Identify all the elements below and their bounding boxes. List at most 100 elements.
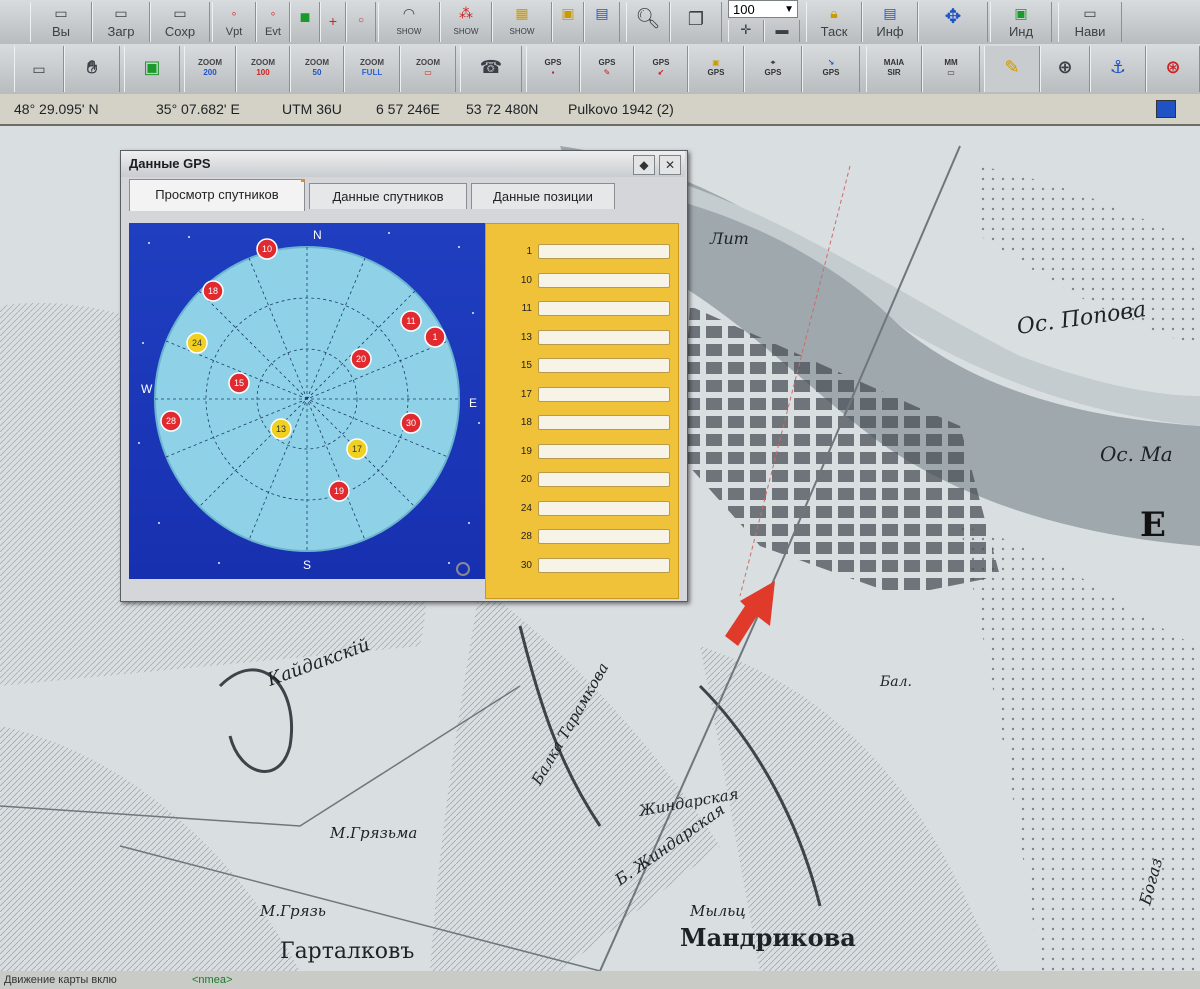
show-icon: ◠ (402, 5, 416, 21)
gps-device-button[interactable]: ☎︎ (460, 46, 522, 92)
show-button-3[interactable]: ▦ SHOW (492, 2, 552, 42)
hand-button[interactable]: ✋︎ (64, 46, 120, 92)
map-label-place1: М.Грязьма (329, 824, 417, 842)
plus-button[interactable]: + (320, 2, 346, 42)
satellite-sky-view: N S E W 10 18 24 11 1 20 15 28 13 30 17 19 (129, 223, 493, 579)
crosshair-button[interactable]: ⊕ (1040, 46, 1090, 92)
save-button[interactable]: ▭ Сохр (150, 2, 210, 42)
zoom-200-button[interactable]: ZOOM 200 (184, 46, 236, 92)
compass-east: E (469, 396, 477, 410)
pencil-button[interactable]: ✎ (984, 46, 1040, 92)
exit-button[interactable]: ▭ Вы (30, 2, 92, 42)
zoom-out-button[interactable]: ▬ (764, 20, 800, 42)
nav-button[interactable]: ▭ Нави (1058, 2, 1122, 42)
map-label-town: Е (1140, 505, 1166, 545)
layer-button-2[interactable]: ▤ (584, 2, 620, 42)
signal-row: 17 (486, 385, 680, 405)
mm-button[interactable]: MM ▭ (922, 46, 980, 92)
gps-button-2[interactable]: GPS ✎ (580, 46, 634, 92)
latitude-readout: 48° 29.095' N (14, 101, 99, 117)
dialog-close-button[interactable]: ✕ (659, 155, 681, 175)
lifebuoy-icon: ⊛ (1165, 57, 1181, 77)
pan-button[interactable]: ✥ (918, 2, 988, 42)
satellite-id: 10 (262, 244, 272, 254)
zoom-custom-button[interactable]: ZOOM ▭ (400, 46, 456, 92)
plus-icon: ✛ (740, 22, 752, 37)
lifebuoy-button[interactable]: ⊛ (1146, 46, 1200, 92)
gps-button-4[interactable]: ▣ GPS (688, 46, 744, 92)
utm-zone-readout: UTM 36U (282, 101, 342, 117)
tab-position-data[interactable]: Данные позиции (471, 183, 615, 209)
bars-button[interactable]: ▭ (14, 46, 64, 92)
longitude-readout: 35° 07.682' E (156, 101, 240, 117)
signal-row-id: 15 (520, 360, 532, 371)
zoom-select[interactable]: 100 ▼ (728, 0, 798, 18)
layer-icon: ▣ (561, 5, 575, 21)
compass-north: N (313, 228, 322, 242)
zoom-100-button[interactable]: ZOOM 100 (236, 46, 290, 92)
gps-data-dialog: Данные GPS ◆ ✕ Просмотр спутников Данные… (120, 150, 688, 602)
satellite-marker: 30 (400, 412, 422, 434)
gps-button-5[interactable]: ⌖ GPS (744, 46, 802, 92)
window-button[interactable]: ❐ (670, 2, 722, 42)
gps-button-6[interactable]: ↘ GPS (802, 46, 860, 92)
easting-readout: 6 57 246E (376, 101, 440, 117)
signal-row-id: 11 (521, 303, 532, 314)
coordinate-bar: 48° 29.095' N 35° 07.682' E UTM 36U 6 57… (0, 94, 1200, 126)
vpt-icon: ◦ (231, 5, 237, 21)
circle-button[interactable]: ○ (346, 2, 376, 42)
search-button[interactable]: 🔍︎ (626, 2, 670, 42)
anchor-icon: ⚓︎ (1109, 57, 1127, 77)
dialog-pin-button[interactable]: ◆ (633, 155, 655, 175)
settings-icon[interactable] (456, 562, 470, 576)
map-label-stream1: Бал. (879, 674, 912, 690)
signal-bar (538, 415, 670, 430)
map-sir-button[interactable]: MAIA SIR (866, 46, 922, 92)
compass-west: W (141, 382, 153, 396)
map-label-island2: Ос. Ма (1100, 442, 1173, 466)
load-button[interactable]: ▭ Загр (92, 2, 150, 42)
anchor-button[interactable]: ⚓︎ (1090, 46, 1146, 92)
zoom-50-button[interactable]: ZOOM 50 (290, 46, 344, 92)
signal-row: 19 (486, 442, 680, 462)
signal-row: 24 (486, 499, 680, 519)
gps-button-1[interactable]: GPS ▪ (526, 46, 580, 92)
info-button[interactable]: ▤ Инф (862, 2, 918, 42)
satellite-id: 28 (166, 416, 176, 426)
northing-readout: 53 72 480N (466, 101, 539, 117)
satellite-marker: 11 (400, 310, 422, 332)
signal-row: 28 (486, 527, 680, 547)
ind-button[interactable]: ▣ Инд (990, 2, 1052, 42)
screen-button[interactable]: ▣ (124, 46, 180, 92)
evt-button[interactable]: ◦ Evt (256, 2, 290, 42)
show-button-1[interactable]: ◠ SHOW (378, 2, 440, 42)
task-button[interactable]: 🔒︎ Таск (806, 2, 862, 42)
signal-row-id: 17 (520, 388, 532, 400)
folder-icon: ▭ (114, 5, 128, 21)
zoom-in-button[interactable]: ✛ (728, 20, 764, 42)
tab-satellite-view[interactable]: Просмотр спутников (129, 179, 305, 211)
dialog-title-bar[interactable]: Данные GPS (121, 151, 685, 177)
signal-strength-list: 1 10 11 13 15 17 18 19 20 24 28 30 (485, 223, 679, 599)
layer-button-1[interactable]: ▣ (552, 2, 584, 42)
layer-icon: ▤ (595, 5, 609, 21)
signal-bar (538, 244, 670, 259)
satellite-marker: 17 (346, 438, 368, 460)
tab-satellite-data[interactable]: Данные спутников (309, 183, 467, 209)
gps-button-3[interactable]: GPS ↙ (634, 46, 688, 92)
show-icon: ▦ (515, 5, 529, 21)
screen-icon: ▣ (143, 57, 161, 77)
satellite-id: 19 (334, 486, 344, 496)
evt-icon: ◦ (270, 5, 276, 21)
compass-south: S (303, 558, 311, 572)
map-label-village2: Гарталковъ (280, 939, 414, 964)
show-button-2[interactable]: ⁂ SHOW (440, 2, 492, 42)
vpt-button[interactable]: ◦ Vpt (212, 2, 256, 42)
signal-bar (538, 272, 670, 288)
zoom-full-button[interactable]: ZOOM FULL (344, 46, 400, 92)
gps-device-icon: ☎︎ (479, 57, 503, 77)
signal-bar (538, 472, 670, 487)
satellite-marker: 1 (424, 326, 446, 348)
satellite-id: 13 (276, 424, 286, 434)
green-c-button[interactable]: ■ (290, 2, 320, 42)
